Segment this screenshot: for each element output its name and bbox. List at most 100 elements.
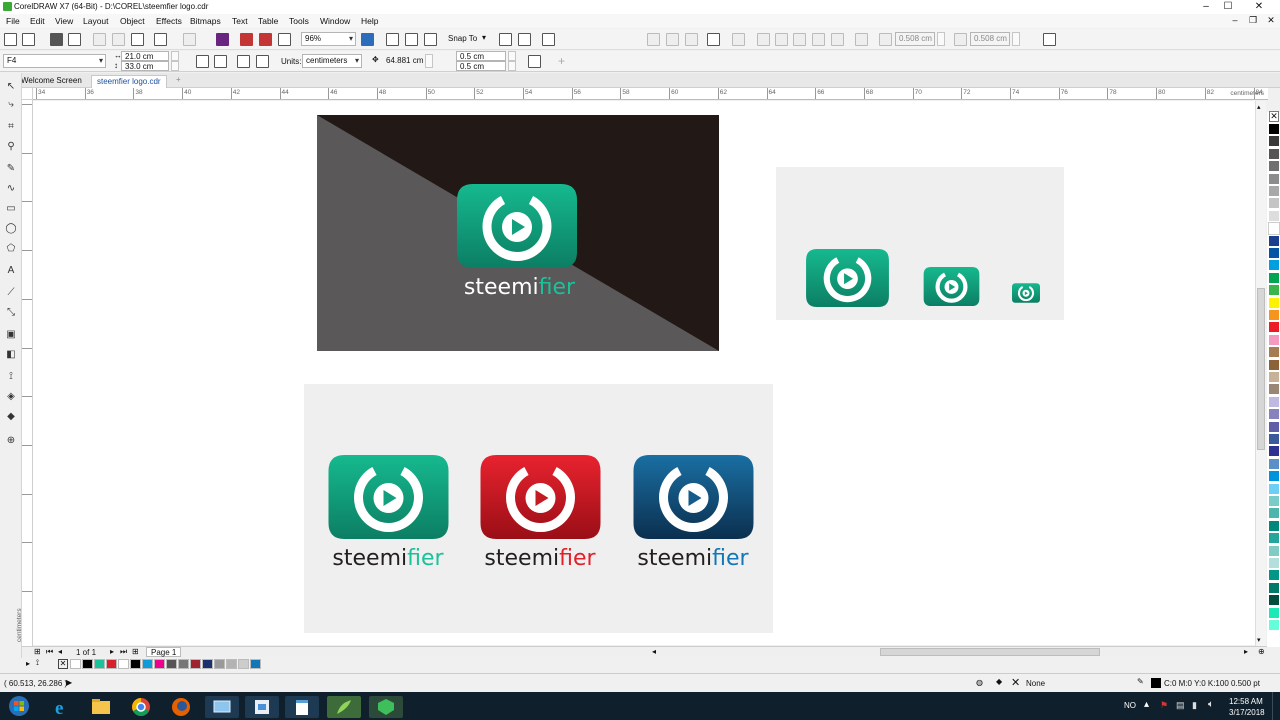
full-screen-preview-icon[interactable] <box>361 33 374 46</box>
doc-palette-swatch[interactable] <box>82 659 93 669</box>
palette-swatch[interactable] <box>1269 434 1279 445</box>
add-page-icon[interactable]: ⊞ <box>34 647 41 656</box>
maximize-button[interactable]: ☐ <box>1218 0 1238 14</box>
tab-welcome-screen[interactable]: Welcome Screen <box>16 75 87 88</box>
landscape-icon[interactable] <box>214 55 227 68</box>
add-icon[interactable]: + <box>558 54 565 68</box>
doc-palette-swatch[interactable] <box>166 659 177 669</box>
doc-palette-swatch[interactable] <box>142 659 153 669</box>
open-icon[interactable] <box>22 33 35 46</box>
menu-object[interactable]: Object <box>120 16 145 26</box>
tray-security-flag-icon[interactable]: ⚑ <box>1160 700 1168 711</box>
interactive-fill-icon[interactable]: ◈ <box>5 391 17 403</box>
ruler-origin[interactable] <box>22 88 33 100</box>
palette-eyedropper-icon[interactable]: ⟟ <box>36 658 39 668</box>
doc-palette-swatch[interactable] <box>214 659 225 669</box>
arrange-4-icon[interactable] <box>812 33 825 46</box>
zoom-tool-icon[interactable]: ⚲ <box>5 141 17 153</box>
rectangle-tool-icon[interactable]: ▭ <box>5 203 17 215</box>
print-icon[interactable] <box>68 33 81 46</box>
next-page-icon[interactable]: ▸ <box>110 647 114 656</box>
zoom-level-select[interactable]: 96% <box>301 32 356 46</box>
doc-palette-swatch[interactable] <box>250 659 261 669</box>
nudge-offset-spinner[interactable] <box>425 54 433 68</box>
paint-icon[interactable] <box>245 696 279 718</box>
doc-no-color-swatch[interactable]: ✕ <box>58 659 68 669</box>
close-button[interactable]: ✕ <box>1240 0 1278 14</box>
menu-help[interactable]: Help <box>361 16 378 26</box>
notepad-icon[interactable] <box>285 696 319 718</box>
palette-swatch[interactable] <box>1269 136 1279 148</box>
palette-swatch[interactable] <box>1269 607 1279 619</box>
portrait-icon[interactable] <box>196 55 209 68</box>
pick-tool-icon[interactable]: ↖ <box>5 81 17 93</box>
settings-gear-icon[interactable] <box>1043 33 1056 46</box>
menu-window[interactable]: Window <box>320 16 350 26</box>
horizontal-ruler[interactable]: centimeters 34 36 38 40 42 44 46 48 50 52 54 56 58 60… <box>32 88 1268 100</box>
doc-close-button[interactable]: ✕ <box>1264 15 1278 27</box>
palette-swatch[interactable] <box>1269 260 1279 272</box>
current-page-icon[interactable] <box>256 55 269 68</box>
menu-view[interactable]: View <box>55 16 73 26</box>
vertical-scrollbar[interactable]: ▴ ▾ <box>1255 101 1266 646</box>
parallel-dimension-icon[interactable]: ⟋ <box>5 287 17 299</box>
doc-palette-swatch[interactable] <box>70 659 81 669</box>
page-height-field[interactable]: 33.0 cm <box>121 61 169 71</box>
all-pages-icon[interactable] <box>237 55 250 68</box>
doc-minimize-button[interactable]: – <box>1228 15 1242 27</box>
duplicate-x-field[interactable]: 0.5 cm <box>456 51 506 61</box>
palette-swatch[interactable] <box>1269 508 1279 520</box>
palette-swatch[interactable] <box>1269 297 1279 309</box>
connector-tool-icon[interactable]: ⤡ <box>5 307 17 319</box>
smart-fill-icon[interactable]: ◆ <box>5 411 17 423</box>
remote-desktop-icon[interactable] <box>205 696 239 718</box>
no-color-swatch[interactable]: ✕ <box>1269 111 1279 122</box>
palette-swatch[interactable] <box>1269 520 1279 532</box>
text-tool-icon[interactable]: A <box>5 265 17 277</box>
duplicate-x-spinner[interactable] <box>508 51 516 61</box>
doc-restore-button[interactable]: ❐ <box>1246 15 1260 27</box>
palette-swatch[interactable] <box>1269 248 1279 259</box>
import-icon[interactable] <box>240 33 253 46</box>
tab-steemfier-logo[interactable]: steemfier logo.cdr <box>91 75 167 88</box>
menu-file[interactable]: File <box>6 16 20 26</box>
align-center-icon[interactable] <box>666 33 679 46</box>
transparency-tool-icon[interactable]: ◧ <box>5 349 17 361</box>
dark-banner-artwork[interactable]: steemifier <box>317 115 719 351</box>
super-nudge-field[interactable]: 0.508 cm <box>970 32 1010 46</box>
doc-palette-swatch[interactable] <box>154 659 165 669</box>
palette-swatch[interactable] <box>1269 124 1279 135</box>
nudge-distance-field[interactable]: 0.508 cm <box>895 32 935 46</box>
doc-palette-swatch[interactable] <box>118 659 129 669</box>
previous-page-icon[interactable]: ◂ <box>58 647 62 656</box>
network-icon[interactable]: ▮ <box>1192 700 1197 711</box>
export-icon[interactable] <box>259 33 272 46</box>
shape-tool-icon[interactable]: ⤷ <box>5 99 17 111</box>
minimize-button[interactable]: – <box>1196 0 1216 14</box>
doc-palette-swatch[interactable] <box>238 659 249 669</box>
palette-swatch[interactable] <box>1269 285 1279 297</box>
add-page-after-icon[interactable]: ⊞ <box>132 647 139 656</box>
status-arrow-icon[interactable]: ▶ <box>66 678 72 687</box>
navigator-zoom-icon[interactable]: ⊕ <box>1258 647 1265 656</box>
show-guidelines-icon[interactable] <box>424 33 437 46</box>
nudge-a-spinner[interactable] <box>937 32 945 46</box>
search-content-icon[interactable] <box>216 33 229 46</box>
group-icon[interactable] <box>732 33 745 46</box>
palette-swatch[interactable] <box>1269 173 1279 185</box>
palette-swatch[interactable] <box>1269 533 1279 545</box>
clock-date[interactable]: 3/17/2018 <box>1229 708 1265 717</box>
arrange-1-icon[interactable] <box>757 33 770 46</box>
color-variants-artwork[interactable]: steemifier steemifier steemifier <box>304 384 773 633</box>
h-scroll-right-icon[interactable]: ▸ <box>1244 647 1248 656</box>
palette-swatch[interactable] <box>1269 322 1279 334</box>
new-icon[interactable] <box>4 33 17 46</box>
internet-explorer-icon[interactable]: e <box>44 696 78 719</box>
nudge-offset-field[interactable]: 64.881 cm <box>382 54 424 68</box>
align-left-icon[interactable] <box>647 33 660 46</box>
last-page-icon[interactable]: ⏭ <box>120 647 127 657</box>
show-desktop-button[interactable] <box>1272 692 1280 720</box>
h-scroll-left-icon[interactable]: ◂ <box>652 647 656 656</box>
doc-palette-swatch[interactable] <box>226 659 237 669</box>
copy-icon[interactable] <box>112 33 125 46</box>
